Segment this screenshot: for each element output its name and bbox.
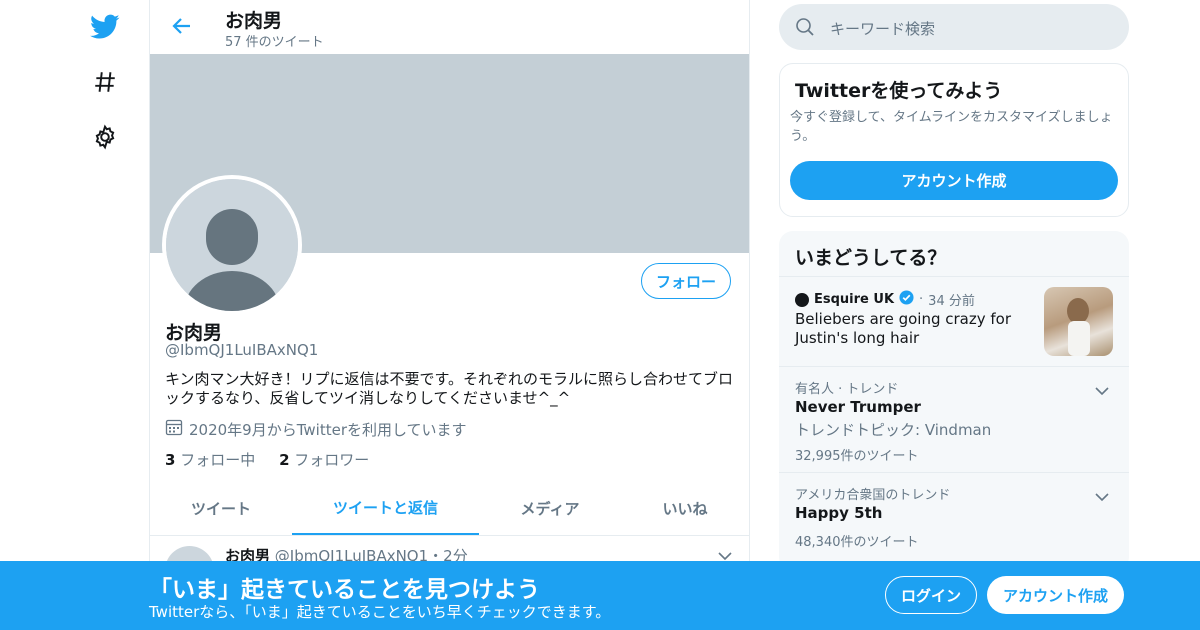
chevron-down-icon[interactable] — [1095, 487, 1109, 506]
bottom-bar-subtitle: Twitterなら、「いま」起きていることをいち早くチェックできます。 — [149, 603, 611, 621]
tab-tweets-and-replies[interactable]: ツイートと返信 — [292, 482, 479, 535]
profile-bio: キン肉マン大好き！リプに返信は不要です。それぞれのモラルに照らし合わせてブロック… — [165, 370, 734, 407]
trend-item[interactable]: アメリカ合衆国のトレンド Happy 5th 48,340件のツイート — [779, 472, 1129, 571]
create-account-button[interactable]: アカウント作成 — [790, 161, 1118, 200]
news-source: Esquire UK — [814, 292, 895, 307]
trend-name: Never Trumper — [795, 398, 921, 416]
bottom-create-account-button[interactable]: アカウント作成 — [987, 576, 1124, 614]
tab-media[interactable]: メディア — [479, 482, 621, 535]
news-thumbnail — [1044, 287, 1113, 356]
profile-tabs: ツイート ツイートと返信 メディア いいね — [150, 482, 749, 536]
trends-title: いまどうしてる？ — [795, 247, 947, 269]
trend-count: 48,340件のツイート — [795, 535, 919, 550]
chevron-down-icon[interactable] — [1095, 381, 1109, 400]
profile-handle: @IbmQJ1LuIBAxNQ1 — [165, 341, 319, 359]
login-button[interactable]: ログイン — [885, 576, 977, 614]
joined-date: 2020年9月からTwitterを利用しています — [165, 418, 467, 440]
bottom-signup-bar: 「いま」起きていることを見つけよう Twitterなら、「いま」起きていることを… — [0, 561, 1200, 630]
trend-item[interactable]: 有名人 · トレンド Never Trumper トレンドトピック: Vindm… — [779, 366, 1129, 473]
esquire-logo-icon — [795, 292, 809, 307]
promo-title: Twitterを使ってみよう — [795, 80, 1003, 102]
trend-context: 有名人 · トレンド — [795, 382, 899, 397]
followers-link[interactable]: 2 フォロワー — [279, 451, 369, 469]
tab-tweets[interactable]: ツイート — [150, 482, 292, 535]
search-input[interactable]: キーワード検索 — [779, 4, 1129, 50]
joined-text: 2020年9月からTwitterを利用しています — [189, 420, 467, 439]
trends-panel: いまどうしてる？ Esquire UK · 34 分前 Beliebers ar… — [779, 231, 1129, 571]
trend-name: Happy 5th — [795, 504, 883, 522]
search-placeholder: キーワード検索 — [830, 20, 936, 38]
follow-button[interactable]: フォロー — [641, 263, 731, 299]
trend-count: 32,995件のツイート — [795, 449, 919, 464]
follow-counts: 3 フォロー中 2 フォロワー — [165, 449, 369, 470]
news-item[interactable]: Esquire UK · 34 分前 Beliebers are going c… — [779, 276, 1129, 366]
tweet-count: 57 件のツイート — [225, 35, 324, 50]
profile-column: お肉男 57 件のツイート フォロー お肉男 @IbmQJ1LuIBAxNQ1 … — [149, 0, 750, 630]
trend-topic: トレンドトピック: Vindman — [795, 421, 992, 439]
trend-context: アメリカ合衆国のトレンド — [795, 488, 951, 503]
default-avatar-icon — [166, 179, 298, 311]
hashtag-icon[interactable] — [90, 67, 120, 97]
header-title: お肉男 — [225, 10, 283, 32]
bottom-bar-title: 「いま」起きていることを見つけよう — [149, 577, 540, 603]
search-icon — [795, 17, 815, 41]
avatar[interactable] — [162, 175, 302, 315]
twitter-bird-icon[interactable] — [90, 12, 120, 42]
back-arrow-icon[interactable] — [170, 14, 194, 38]
news-headline: Beliebers are going crazy for Justin's l… — [795, 310, 1012, 347]
promo-desc: 今すぐ登録して、タイムラインをカスタマイズしましょう。 — [790, 110, 1113, 144]
calendar-icon — [165, 418, 183, 440]
signup-promo-card: Twitterを使ってみよう 今すぐ登録して、タイムラインをカスタマイズしましょ… — [779, 63, 1129, 217]
following-link[interactable]: 3 フォロー中 — [165, 451, 255, 469]
gear-icon[interactable] — [90, 122, 120, 152]
verified-badge-icon — [899, 290, 914, 309]
news-time: 34 分前 — [928, 294, 975, 309]
tab-likes[interactable]: いいね — [621, 482, 749, 535]
